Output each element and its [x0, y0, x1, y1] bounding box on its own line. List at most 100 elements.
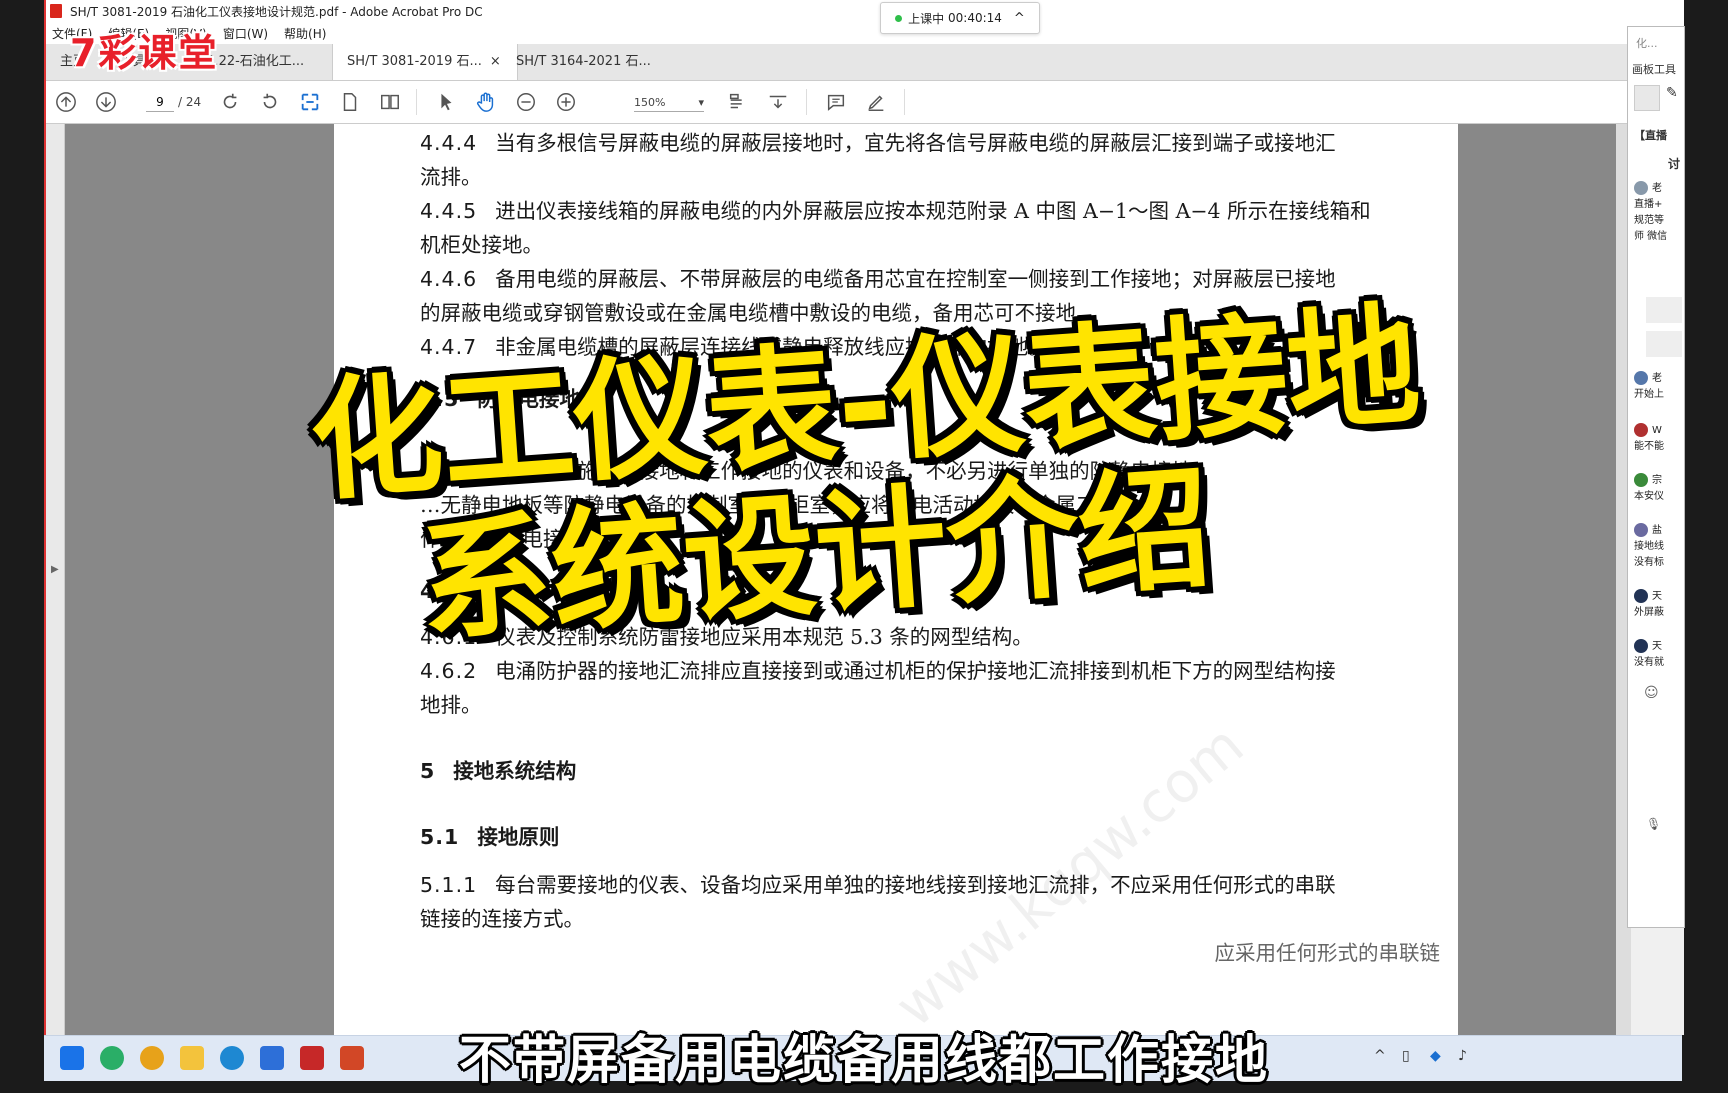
tab-bar: 主页 工具 SH 3.22-石油化工... SH/T 3081-2019 石..… — [46, 44, 1631, 81]
single-page-icon[interactable] — [338, 90, 362, 114]
chat-text: 直播+ — [1634, 199, 1663, 210]
zoom-out-icon[interactable] — [514, 90, 538, 114]
chevron-down-icon: ▾ — [698, 95, 704, 109]
chevron-up-icon[interactable]: ^ — [1014, 11, 1025, 26]
comment-icon[interactable] — [824, 90, 848, 114]
expand-arrow-icon: ▶ — [51, 564, 59, 575]
chat-message: W 能不能 — [1634, 423, 1684, 455]
heading-5: 5 接地系统结构 — [420, 754, 1440, 788]
chat-text: 规范等 — [1634, 215, 1664, 226]
avatar — [1634, 371, 1648, 385]
chat-text: 开始上 — [1634, 389, 1664, 400]
paragraph-445-cont: 机柜处接地。 — [420, 233, 543, 257]
chat-text: 外屏蔽 — [1634, 607, 1664, 618]
chat-user: 盐 — [1652, 525, 1662, 536]
toolbar-divider — [806, 89, 807, 115]
chat-message: 老开始上 — [1634, 371, 1684, 403]
avatar — [1634, 589, 1648, 603]
video-subtitle: 不带屏备用电缆备用线都工作接地 — [458, 1031, 1269, 1091]
discussion-tag: 讨 — [1668, 157, 1681, 171]
zoom-select[interactable]: 150% ▾ — [634, 93, 704, 112]
clause-text: 每台需要接地的仪表、设备均应采用单独的接地线接到接地汇流排，不应采用任何形式的串… — [495, 873, 1336, 897]
title-bar: SH/T 3081-2019 石油化工仪表接地设计规范.pdf - Adobe … — [46, 0, 1684, 22]
next-page-icon[interactable] — [94, 90, 118, 114]
tab-doc-sht3164[interactable]: SH/T 3164-2021 石... — [502, 44, 690, 80]
paragraph-511: 5.1.1 每台需要接地的仪表、设备均应采用单独的接地线接到接地汇流排，不应采用任… — [420, 868, 1440, 902]
tab-doc-sht3081[interactable]: SH/T 3081-2019 石... × — [332, 44, 518, 80]
chat-text: 没有标 — [1634, 557, 1664, 568]
chat-text: 接地线 — [1634, 541, 1664, 552]
pointer-tool-button[interactable] — [1634, 85, 1660, 111]
chat-user: 天 — [1652, 591, 1662, 602]
fit-page-icon[interactable] — [298, 90, 322, 114]
acrobat-pdf-icon — [50, 4, 62, 18]
class-timer[interactable]: 上课中 00:40:14 ^ — [880, 2, 1040, 34]
chat-user: 老 — [1652, 373, 1662, 384]
chat-message: 盐接地线没有标 — [1634, 523, 1684, 571]
chat-text: 师 微信 — [1634, 231, 1668, 242]
chat-text: 本安仪 — [1634, 491, 1664, 502]
timer-time: 00:40:14 — [948, 11, 1002, 25]
microphone-icon[interactable]: 🎙 — [1646, 817, 1661, 831]
navigation-pane-toggle[interactable]: ▶ — [46, 124, 65, 1035]
chat-message: 天没有就 — [1634, 639, 1684, 671]
close-tab-icon[interactable]: × — [490, 54, 501, 69]
clause-number: 4.6.2 — [420, 659, 478, 683]
whiteboard-tools-label: 画板工具 — [1632, 63, 1676, 76]
chat-user: 老 — [1652, 183, 1662, 194]
page-number-input[interactable] — [146, 92, 174, 112]
page-display-icon[interactable] — [726, 90, 750, 114]
avatar — [1634, 423, 1648, 437]
avatar — [1634, 181, 1648, 195]
avatar — [1634, 473, 1648, 487]
rotate-clockwise-icon[interactable] — [218, 90, 242, 114]
paragraph-511-cont: 链接的连接方式。 — [420, 907, 584, 931]
zoom-value: 150% — [634, 95, 666, 109]
toolbar-divider — [416, 89, 417, 115]
select-cursor-icon[interactable] — [434, 90, 458, 114]
two-page-icon[interactable] — [378, 90, 402, 114]
menu-help[interactable]: 帮助(H) — [284, 25, 326, 42]
brand-logo: 7彩课堂 — [70, 31, 219, 75]
paragraph-446: 4.4.6 备用电缆的屏蔽层、不带屏蔽层的电缆备用芯宜在控制室一侧接到工作接地；对… — [420, 262, 1440, 296]
page-total: / 24 — [178, 95, 202, 109]
pen-icon[interactable]: ✎ — [1666, 85, 1678, 101]
paragraph-444: 4.4.4 当有多根信号屏蔽电缆的屏蔽层接地时，宜先将各信号屏蔽电缆的屏蔽层汇接到… — [420, 126, 1440, 160]
paragraph-445: 4.4.5 进出仪表接线箱的屏蔽电缆的内外屏蔽层应按本规范附录 A 中图 A−1～… — [420, 194, 1440, 228]
chat-user: 宗 — [1652, 475, 1662, 486]
clause-number: 5.1.1 — [420, 873, 478, 897]
avatar — [1634, 523, 1648, 537]
section-title: 接地原则 — [477, 825, 560, 849]
clause-text: 当有多根信号屏蔽电缆的屏蔽层接地时，宜先将各信号屏蔽电缆的屏蔽层汇接到端子或接地… — [495, 131, 1336, 155]
section-title: 接地系统结构 — [453, 759, 577, 783]
chat-button[interactable] — [1646, 297, 1682, 323]
clause-text: 电涌防护器的接地汇流排应直接接到或通过机柜的保护接地汇流排接到机柜下方的网型结构… — [495, 659, 1336, 683]
chat-button[interactable] — [1646, 331, 1682, 357]
zoom-in-icon[interactable] — [554, 90, 578, 114]
clause-text: 进出仪表接线箱的屏蔽电缆的内外屏蔽层应按本规范附录 A 中图 A−1～图 A−4… — [495, 199, 1371, 223]
chat-message: 天外屏蔽 — [1634, 589, 1684, 621]
hand-tool-icon[interactable] — [474, 90, 498, 114]
tab-doc-sht3081-label: SH/T 3081-2019 石... — [347, 54, 482, 69]
scroll-mode-icon[interactable] — [766, 90, 790, 114]
live-tag: 【直播 — [1634, 129, 1667, 142]
toolbar: / 24 150% ▾ — [46, 81, 1631, 124]
live-chat-panel: 化... 画板工具 ✎ 【直播 讨 老直播+ 规范等师 微信 老开始上 W 能不能 … — [1627, 26, 1685, 928]
emoji-icon[interactable]: ☺ — [1644, 685, 1659, 701]
timer-status: 上课中 — [908, 11, 945, 26]
heading-51: 5.1 接地原则 — [420, 820, 1440, 854]
previous-page-icon[interactable] — [54, 90, 78, 114]
clause-text: 备用电缆的屏蔽层、不带屏蔽层的电缆备用芯宜在控制室一侧接到工作接地；对屏蔽层已接… — [495, 267, 1336, 291]
chat-user: 天 — [1652, 641, 1662, 652]
chat-user: W — [1652, 425, 1662, 436]
section-number: 5.1 — [420, 825, 460, 849]
chat-message: 宗本安仪 — [1634, 473, 1684, 505]
rotate-counterclockwise-icon[interactable] — [258, 90, 282, 114]
chat-text: 能不能 — [1634, 441, 1664, 452]
clause-number: 4.4.4 — [420, 131, 478, 155]
paragraph-444-cont: 流排。 — [420, 165, 482, 189]
highlight-pen-icon[interactable] — [864, 90, 888, 114]
toolbar-divider — [904, 89, 905, 115]
menu-window[interactable]: 窗口(W) — [223, 25, 268, 42]
clause-number: 4.4.6 — [420, 267, 478, 291]
